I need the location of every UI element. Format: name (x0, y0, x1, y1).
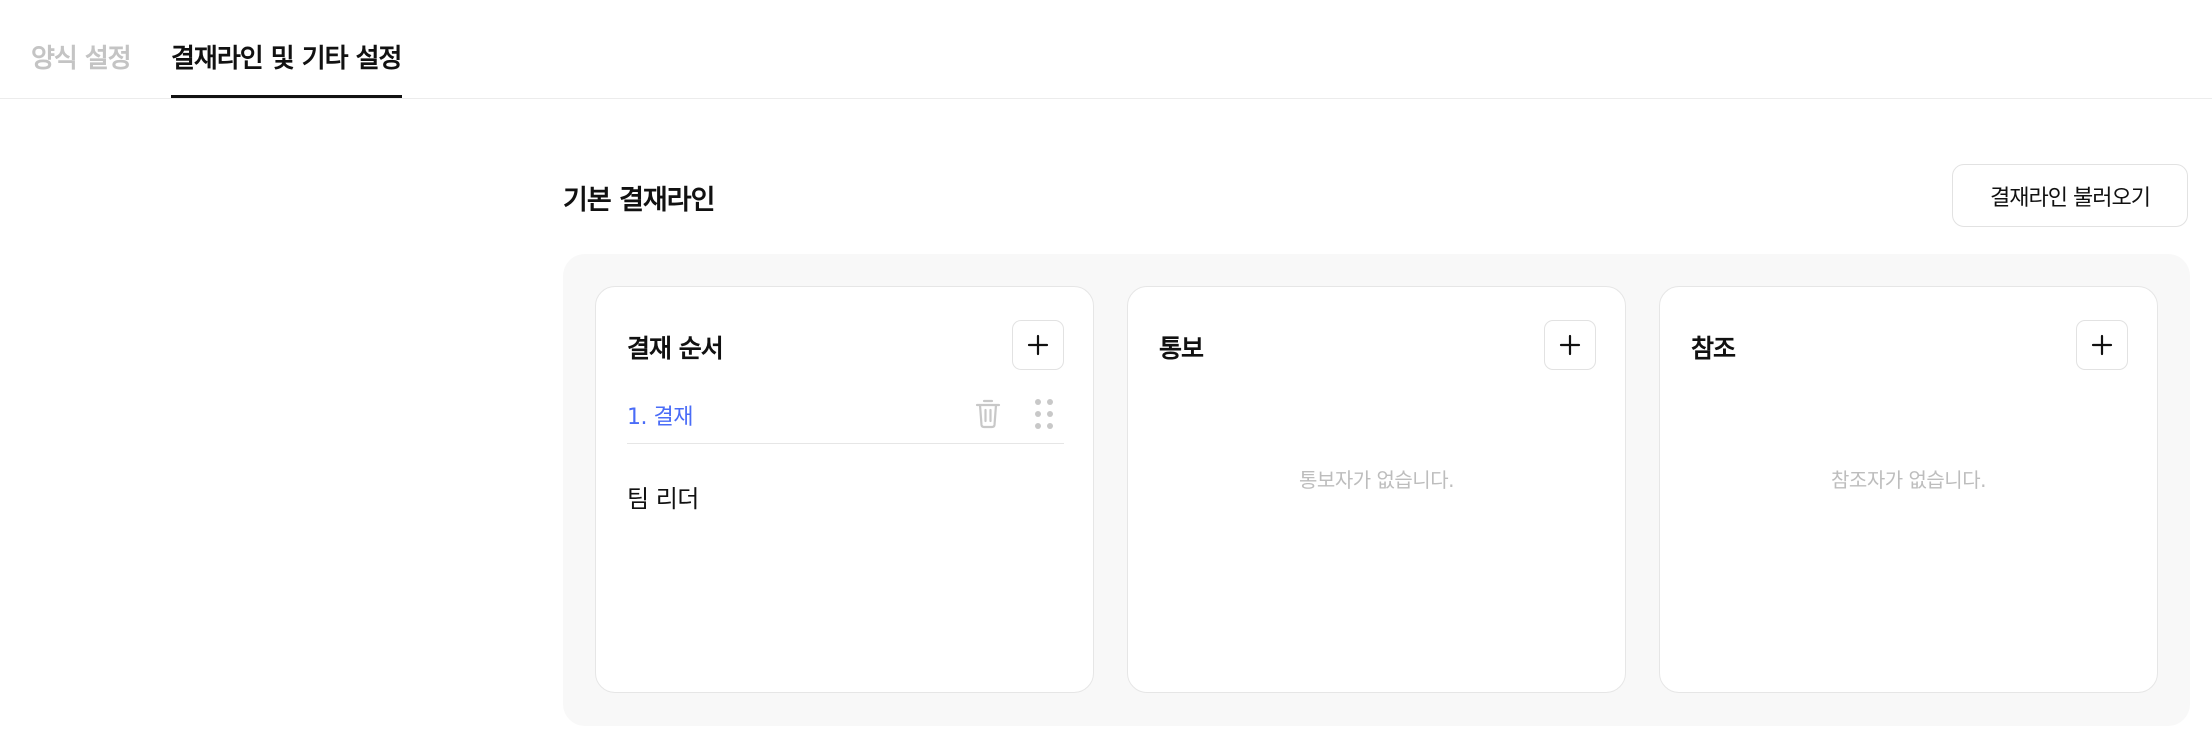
approval-line-panel: 결재 순서 1. 결재 팀 리더 통보 통보자가 없습니다. 참조 참조자가 없… (563, 254, 2190, 726)
plus-icon (2091, 334, 2113, 356)
approver-name: 팀 리더 (627, 485, 699, 513)
active-tab-indicator (171, 95, 402, 98)
delete-step-button[interactable] (974, 397, 1002, 429)
approval-step-row[interactable]: 1. 결재 (627, 399, 1064, 444)
notify-card: 통보 통보자가 없습니다. (1127, 286, 1626, 693)
approval-step-label: 1. 결재 (627, 405, 693, 430)
tab-bar: 양식 설정 결재라인 및 기타 설정 (0, 0, 2212, 99)
plus-icon (1559, 334, 1581, 356)
drag-handle-icon (1035, 399, 1053, 429)
tab-form-settings[interactable]: 양식 설정 (31, 38, 132, 75)
notify-empty-text: 통보자가 없습니다. (1299, 468, 1454, 492)
plus-icon (1027, 334, 1049, 356)
drag-handle[interactable] (1032, 397, 1056, 431)
add-reference-button[interactable] (2076, 320, 2128, 370)
notify-title: 통보 (1159, 334, 1204, 363)
section-title: 기본 결재라인 (563, 185, 715, 216)
reference-card: 참조 참조자가 없습니다. (1659, 286, 2158, 693)
approval-order-title: 결재 순서 (627, 334, 724, 363)
add-notify-button[interactable] (1544, 320, 1596, 370)
trash-icon (975, 399, 1001, 429)
approval-order-card: 결재 순서 1. 결재 팀 리더 (595, 286, 1094, 693)
reference-title: 참조 (1691, 334, 1736, 363)
load-approval-line-button[interactable]: 결재라인 불러오기 (1952, 164, 2188, 227)
reference-empty-text: 참조자가 없습니다. (1831, 468, 1986, 492)
add-approver-button[interactable] (1012, 320, 1064, 370)
tab-approval-settings[interactable]: 결재라인 및 기타 설정 (171, 38, 402, 75)
